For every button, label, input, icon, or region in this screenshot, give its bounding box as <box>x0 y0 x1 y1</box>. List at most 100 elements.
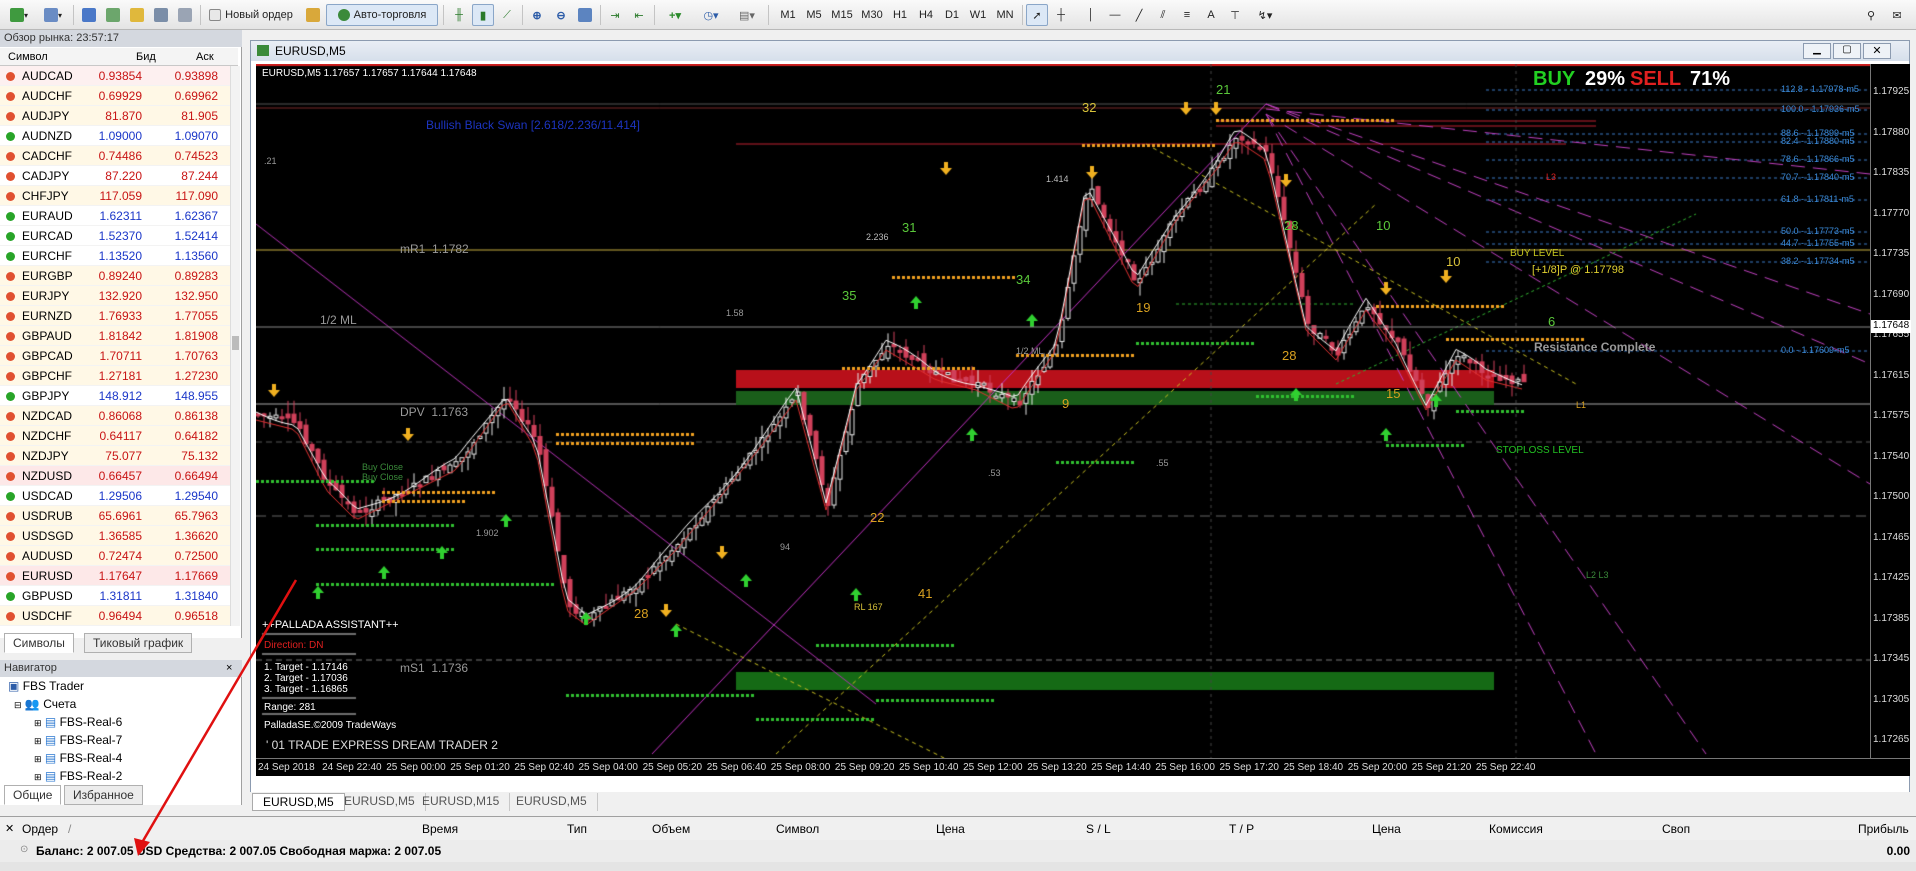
new-order-button[interactable]: Новый ордер <box>204 4 298 26</box>
metaeditor-button[interactable] <box>302 4 324 26</box>
tf-w1[interactable]: W1 <box>966 4 990 26</box>
col-type[interactable]: Тип <box>567 822 587 836</box>
col-ask[interactable]: Аск <box>196 51 214 63</box>
tf-mn[interactable]: MN <box>992 4 1018 26</box>
candlestick-button[interactable]: ▮ <box>472 4 494 26</box>
market-watch-row[interactable]: NZDCHF 0.64117 0.64182 <box>0 426 238 446</box>
cursor-tool[interactable]: ➚ <box>1026 4 1048 26</box>
col-profit[interactable]: Прибыль <box>1858 822 1909 836</box>
arrows-tool[interactable]: ↯▾ <box>1248 4 1282 26</box>
col-symbol-term[interactable]: Символ <box>776 822 819 836</box>
zoom-in-button[interactable]: ⊕ <box>526 4 548 26</box>
tf-h1[interactable]: H1 <box>888 4 912 26</box>
terminal-toggle[interactable] <box>150 4 172 26</box>
market-watch-row[interactable]: NZDUSD 0.66457 0.66494 <box>0 466 238 486</box>
vertical-line-tool[interactable]: │ <box>1080 4 1102 26</box>
bar-chart-button[interactable]: ╫ <box>448 4 470 26</box>
market-watch-row[interactable]: AUDUSD 0.72474 0.72500 <box>0 546 238 566</box>
chart-tab-eurusd-m5-3[interactable]: EURUSD,M5 <box>506 793 598 811</box>
market-watch-row[interactable]: CADJPY 87.220 87.244 <box>0 166 238 186</box>
market-watch-scrollbar[interactable] <box>230 66 240 626</box>
price-chart-canvas[interactable] <box>256 64 1870 758</box>
tab-tick-chart[interactable]: Тиковый график <box>84 633 193 653</box>
col-symbol[interactable]: Символ <box>8 51 48 63</box>
text-tool[interactable]: A <box>1200 4 1222 26</box>
chart-tab-eurusd-m5[interactable]: EURUSD,M5 <box>252 793 345 811</box>
nav-account-item[interactable]: ⊞ ▤ FBS-Real-2 <box>34 769 122 783</box>
market-watch-row[interactable]: EURUSD 1.17647 1.17669 <box>0 566 238 586</box>
tester-toggle[interactable] <box>174 4 196 26</box>
col-price-current[interactable]: Цена <box>1372 822 1401 836</box>
col-tp[interactable]: T / P <box>1229 822 1254 836</box>
market-watch-row[interactable]: EURCHF 1.13520 1.13560 <box>0 246 238 266</box>
zoom-out-button[interactable]: ⊖ <box>550 4 572 26</box>
line-chart-button[interactable]: ⟋ <box>496 4 518 26</box>
profiles-button[interactable]: ▾ <box>38 4 68 26</box>
market-watch-row[interactable]: NZDJPY 75.077 75.132 <box>0 446 238 466</box>
col-volume[interactable]: Объем <box>652 822 690 836</box>
col-price[interactable]: Цена <box>936 822 965 836</box>
tf-m1[interactable]: M1 <box>776 4 800 26</box>
col-order[interactable]: Ордер <box>22 822 58 836</box>
autotrading-button[interactable]: Авто-торговля <box>326 4 438 26</box>
col-bid[interactable]: Бид <box>136 51 156 63</box>
periods-button[interactable]: ◷▾ <box>694 4 728 26</box>
minimize-button[interactable]: ▁ <box>1803 43 1831 59</box>
market-watch-row[interactable]: USDSGD 1.36585 1.36620 <box>0 526 238 546</box>
market-watch-row[interactable]: NZDCAD 0.86068 0.86138 <box>0 406 238 426</box>
equidistant-channel-tool[interactable]: ⫽ <box>1152 4 1174 26</box>
market-watch-row[interactable]: USDRUB 65.6961 65.7963 <box>0 506 238 526</box>
tf-m15[interactable]: M15 <box>828 4 856 26</box>
fibonacci-tool[interactable]: ≡ <box>1176 4 1198 26</box>
tf-d1[interactable]: D1 <box>940 4 964 26</box>
new-chart-button[interactable]: ▾ <box>4 4 34 26</box>
market-watch-row[interactable]: EURGBP 0.89240 0.89283 <box>0 266 238 286</box>
market-watch-row[interactable]: GBPUSD 1.31811 1.31840 <box>0 586 238 606</box>
nav-root[interactable]: ▣ FBS Trader <box>8 679 84 693</box>
nav-accounts[interactable]: ⊟ 👥 Счета <box>14 697 76 711</box>
market-watch-row[interactable]: GBPJPY 148.912 148.955 <box>0 386 238 406</box>
market-watch-row[interactable]: GBPCHF 1.27181 1.27230 <box>0 366 238 386</box>
chat-button[interactable]: ✉ <box>1886 4 1908 26</box>
close-button[interactable]: ✕ <box>1863 43 1891 59</box>
time-axis[interactable]: 24 Sep 2018 24 Sep 22:40 25 Sep 00:00 25 Se… <box>256 758 1910 776</box>
horizontal-line-tool[interactable]: — <box>1104 4 1126 26</box>
market-watch-row[interactable]: USDCAD 1.29506 1.29540 <box>0 486 238 506</box>
nav-account-item[interactable]: ⊞ ▤ FBS-Real-4 <box>34 751 122 765</box>
market-watch-row[interactable]: CHFJPY 117.059 117.090 <box>0 186 238 206</box>
col-time[interactable]: Время <box>422 822 458 836</box>
market-watch-row[interactable]: USDCHF 0.96494 0.96518 <box>0 606 238 626</box>
nav-account-item[interactable]: ⊞ ▤ FBS-Real-7 <box>34 733 122 747</box>
col-swap[interactable]: Своп <box>1662 822 1690 836</box>
crosshair-tool[interactable]: ┼ <box>1050 4 1072 26</box>
maximize-button[interactable]: ▢ <box>1833 43 1861 59</box>
text-label-tool[interactable]: ⊤ <box>1224 4 1246 26</box>
market-watch-row[interactable]: AUDCHF 0.69929 0.69962 <box>0 86 238 106</box>
scroll-thumb[interactable] <box>232 336 239 350</box>
col-commission[interactable]: Комиссия <box>1489 822 1543 836</box>
autoscroll-button[interactable]: ⇥ <box>604 4 626 26</box>
col-sl[interactable]: S / L <box>1086 822 1111 836</box>
chart-shift-button[interactable]: ⇤ <box>628 4 650 26</box>
tab-common[interactable]: Общие <box>4 785 62 805</box>
search-button[interactable]: ⚲ <box>1860 4 1882 26</box>
market-watch-row[interactable]: CADCHF 0.74486 0.74523 <box>0 146 238 166</box>
navigator-close-icon[interactable]: × <box>226 662 232 674</box>
chart-tab-eurusd-m15[interactable]: EURUSD,M15 <box>412 793 511 811</box>
market-watch-row[interactable]: AUDNZD 1.09000 1.09070 <box>0 126 238 146</box>
tile-windows-button[interactable] <box>574 4 596 26</box>
market-watch-row[interactable]: GBPAUD 1.81842 1.81908 <box>0 326 238 346</box>
market-watch-row[interactable]: GBPCAD 1.70711 1.70763 <box>0 346 238 366</box>
market-watch-row[interactable]: AUDJPY 81.870 81.905 <box>0 106 238 126</box>
indicators-button[interactable]: +▾ <box>658 4 692 26</box>
nav-account-item[interactable]: ⊞ ▤ FBS-Real-6 <box>34 715 122 729</box>
market-watch-row[interactable]: EURJPY 132.920 132.950 <box>0 286 238 306</box>
tf-m5[interactable]: M5 <box>802 4 826 26</box>
tab-favorites[interactable]: Избранное <box>64 785 143 805</box>
templates-button[interactable]: ▤▾ <box>730 4 764 26</box>
tf-h4[interactable]: H4 <box>914 4 938 26</box>
price-axis[interactable]: 1.17925 1.17880 1.17835 1.17770 1.17735 1.176… <box>1870 64 1911 758</box>
terminal-close-icon[interactable]: ✕ <box>5 822 14 835</box>
market-watch-toggle[interactable] <box>78 4 100 26</box>
market-watch-row[interactable]: EURCAD 1.52370 1.52414 <box>0 226 238 246</box>
